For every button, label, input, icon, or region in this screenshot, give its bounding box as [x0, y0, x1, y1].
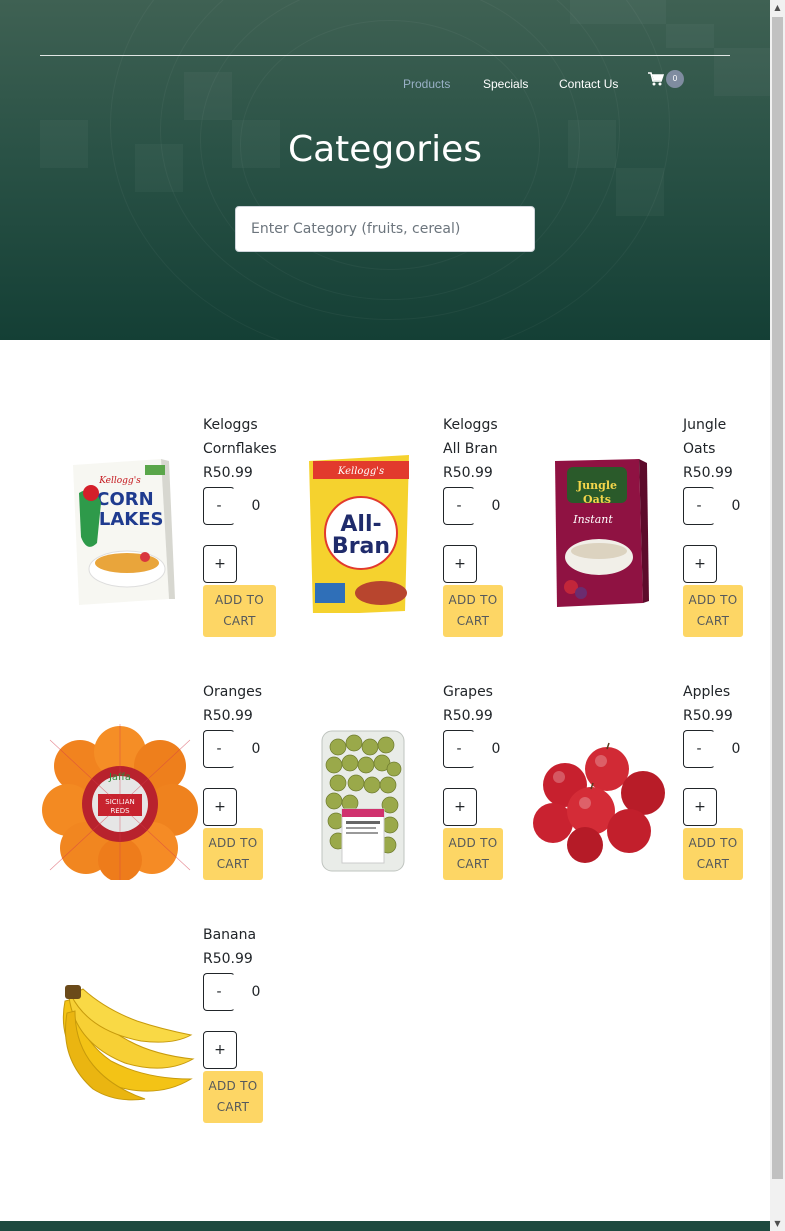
product-price: R50.99 — [203, 708, 253, 724]
quantity-value: 0 — [731, 498, 741, 514]
cart-count-badge: 0 — [666, 70, 684, 88]
product-name: Grapes — [443, 684, 493, 700]
increase-quantity-button[interactable]: + — [203, 545, 237, 583]
product-name: Oranges — [203, 684, 263, 700]
svg-text:Kellogg's: Kellogg's — [337, 466, 384, 477]
cart-button[interactable]: 0 — [648, 70, 688, 92]
increase-quantity-button[interactable]: + — [443, 545, 477, 583]
product-price: R50.99 — [683, 465, 733, 481]
all-bran-box-image: Kellogg's All- Bran — [280, 413, 440, 653]
quantity-value: 0 — [251, 741, 261, 757]
nav-specials[interactable]: Specials — [483, 76, 528, 92]
product-info: Keloggs Cornflakes R50.99 - 0 + ADD TO C… — [203, 413, 283, 637]
decrease-quantity-button[interactable]: - — [683, 487, 715, 525]
scroll-up-arrow-icon[interactable]: ▲ — [770, 0, 785, 15]
hero-banner: Products Specials Contact Us 0 Categorie… — [0, 0, 770, 340]
cornflakes-box-image: Kellogg's CORN FLAKES — [40, 413, 200, 653]
add-to-cart-button[interactable]: ADD TO CART — [443, 828, 503, 880]
quantity-controls: - 0 — [683, 487, 743, 525]
decrease-quantity-button[interactable]: - — [443, 730, 475, 768]
decrease-quantity-button[interactable]: - — [683, 730, 715, 768]
page-title: Categories — [287, 129, 483, 170]
grapes-punnet-image — [280, 680, 440, 920]
scrollbar-thumb[interactable] — [772, 17, 783, 1179]
product-card: Kellogg's CORN FLAKES Keloggs Cornflakes… — [40, 413, 280, 653]
banana-bunch-image — [40, 923, 200, 1163]
product-price: R50.99 — [203, 951, 253, 967]
svg-text:Oats: Oats — [583, 493, 611, 506]
quantity-value: 0 — [251, 984, 261, 1000]
product-info: Grapes R50.99 - 0 + ADD TO CART — [443, 680, 503, 880]
product-card: Banana R50.99 - 0 + ADD TO CART — [40, 923, 280, 1163]
decrease-quantity-button[interactable]: - — [203, 730, 235, 768]
product-card: Jungle Oats Instant Jungle Oats R50.99 -… — [520, 413, 760, 653]
quantity-controls: - 0 — [443, 730, 503, 768]
decrease-quantity-button[interactable]: - — [443, 487, 475, 525]
quantity-value: 0 — [251, 498, 261, 514]
product-name: Keloggs Cornflakes — [203, 417, 277, 457]
product-info: Banana R50.99 - 0 + ADD TO CART — [203, 923, 263, 1123]
quantity-controls: - 0 — [683, 730, 743, 768]
product-info: Oranges R50.99 - 0 + ADD TO CART — [203, 680, 263, 880]
decrease-quantity-button[interactable]: - — [203, 973, 235, 1011]
quantity-value: 0 — [491, 498, 501, 514]
add-to-cart-button[interactable]: ADD TO CART — [203, 1071, 263, 1123]
product-info: Apples R50.99 - 0 + ADD TO CART — [683, 680, 743, 880]
add-to-cart-button[interactable]: ADD TO CART — [203, 828, 263, 880]
category-search-input[interactable] — [235, 206, 535, 252]
increase-quantity-button[interactable]: + — [443, 788, 477, 826]
footer — [0, 1221, 770, 1231]
product-price: R50.99 — [683, 708, 733, 724]
increase-quantity-button[interactable]: + — [203, 1031, 237, 1069]
add-to-cart-button[interactable]: ADD TO CART — [683, 585, 743, 637]
product-name: Apples — [683, 684, 731, 700]
decrease-quantity-button[interactable]: - — [203, 487, 235, 525]
quantity-value: 0 — [731, 741, 741, 757]
nav-products[interactable]: Products — [403, 76, 450, 92]
product-price: R50.99 — [443, 465, 493, 481]
svg-text:CORN: CORN — [96, 489, 153, 510]
header-divider — [40, 55, 730, 56]
quantity-controls: - 0 — [203, 487, 283, 525]
product-price: R50.99 — [443, 708, 493, 724]
product-card: Grapes R50.99 - 0 + ADD TO CART — [280, 680, 520, 920]
add-to-cart-button[interactable]: ADD TO CART — [203, 585, 276, 637]
product-card: Kellogg's All- Bran Keloggs All Bran R50… — [280, 413, 520, 653]
increase-quantity-button[interactable]: + — [683, 545, 717, 583]
svg-text:Jaffa: Jaffa — [108, 772, 131, 783]
product-price: R50.99 — [203, 465, 253, 481]
shopping-cart-icon — [648, 72, 664, 86]
add-to-cart-button[interactable]: ADD TO CART — [683, 828, 743, 880]
quantity-controls: - 0 — [203, 973, 263, 1011]
product-card: Apples R50.99 - 0 + ADD TO CART — [520, 680, 760, 920]
svg-text:Bran: Bran — [332, 534, 390, 559]
increase-quantity-button[interactable]: + — [683, 788, 717, 826]
product-name: Keloggs All Bran — [443, 417, 498, 457]
quantity-value: 0 — [491, 741, 501, 757]
oranges-bag-image: SICILIAN REDS Jaffa — [40, 680, 200, 920]
quantity-controls: - 0 — [443, 487, 503, 525]
apples-image — [520, 680, 680, 920]
vertical-scrollbar[interactable]: ▲ ▼ — [770, 0, 785, 1231]
quantity-controls: - 0 — [203, 730, 263, 768]
scroll-down-arrow-icon[interactable]: ▼ — [770, 1216, 785, 1231]
product-name: Banana — [203, 927, 257, 943]
product-info: Jungle Oats R50.99 - 0 + ADD TO CART — [683, 413, 743, 637]
svg-text:Instant: Instant — [572, 513, 613, 526]
product-card: SICILIAN REDS Jaffa Oranges R50.99 - 0 +… — [40, 680, 280, 920]
product-name: Jungle Oats — [683, 417, 727, 457]
increase-quantity-button[interactable]: + — [203, 788, 237, 826]
product-info: Keloggs All Bran R50.99 - 0 + ADD TO CAR… — [443, 413, 503, 637]
svg-text:Jungle: Jungle — [576, 479, 617, 492]
nav-contact-us[interactable]: Contact Us — [559, 76, 618, 92]
jungle-oats-box-image: Jungle Oats Instant — [520, 413, 680, 653]
add-to-cart-button[interactable]: ADD TO CART — [443, 585, 503, 637]
svg-text:Kellogg's: Kellogg's — [98, 476, 141, 486]
page: Products Specials Contact Us 0 Categorie… — [0, 0, 770, 1231]
